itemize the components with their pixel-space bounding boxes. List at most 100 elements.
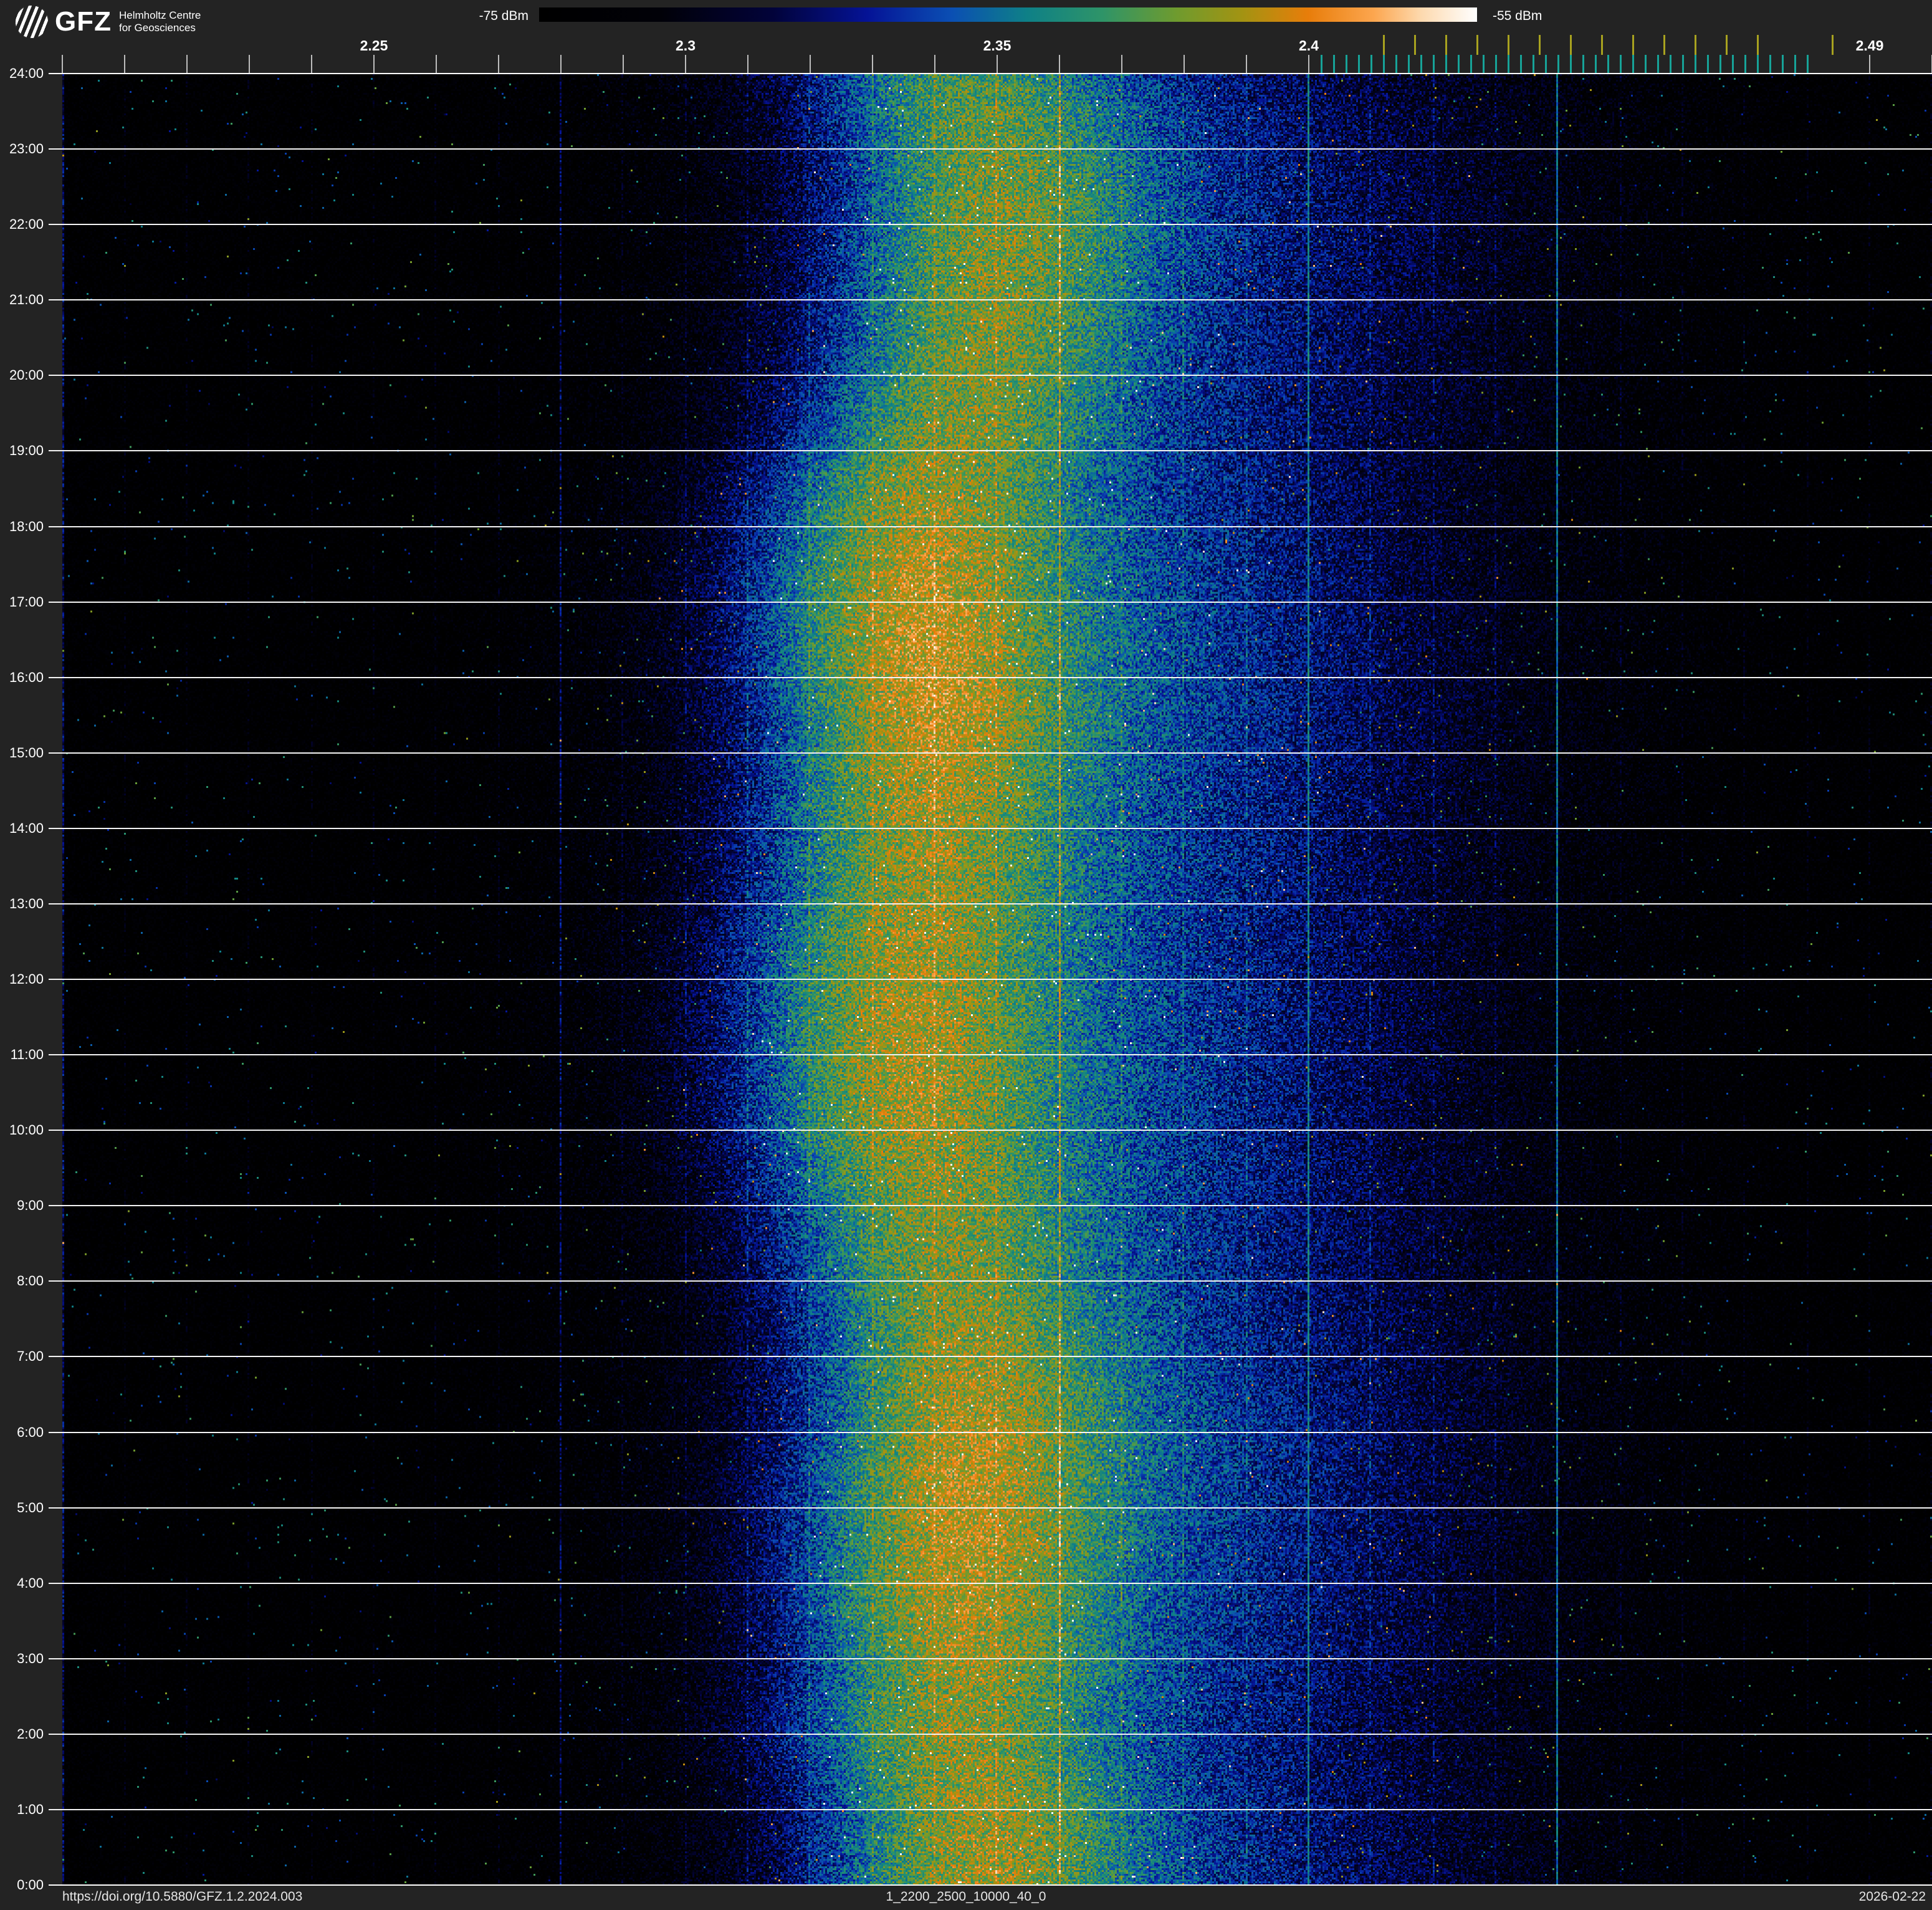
ble-channel-tick — [1794, 55, 1796, 74]
time-tick-label: 24:00 — [9, 65, 44, 81]
time-tick-label: 17:00 — [9, 593, 44, 610]
hour-gridline — [49, 827, 1932, 829]
spectrogram-page: { "header": { "logo": { "org": "GFZ", "l… — [0, 0, 1932, 1910]
time-tick-label: 0:00 — [17, 1877, 44, 1893]
ble-channel-tick — [1619, 55, 1622, 74]
ble-channel-tick — [1731, 55, 1734, 74]
freq-tick — [747, 55, 748, 74]
ble-channel-tick — [1694, 55, 1696, 74]
logo-subtitle-line1: Helmholtz Centre — [118, 9, 201, 21]
ble-channel-tick — [1744, 55, 1746, 74]
time-tick-label: 8:00 — [17, 1273, 44, 1289]
time-tick-label: 2:00 — [17, 1725, 44, 1742]
hour-gridline — [49, 1054, 1932, 1056]
ble-channel-tick — [1494, 55, 1497, 74]
time-tick-label: 9:00 — [17, 1197, 44, 1214]
freq-tick — [62, 55, 63, 74]
time-tick-label: 13:00 — [9, 895, 44, 911]
freq-tick — [1059, 55, 1060, 74]
time-tick-label: 16:00 — [9, 669, 44, 685]
wifi-channel-tick — [1569, 35, 1572, 55]
time-tick-label: 5:00 — [17, 1499, 44, 1515]
hour-gridline — [49, 1280, 1932, 1282]
freq-tick — [1184, 55, 1185, 74]
ble-channel-tick — [1669, 55, 1671, 74]
colorbar-min-label: -75 dBm — [479, 9, 528, 23]
ble-channel-tick — [1681, 55, 1684, 74]
ble-channel-tick — [1544, 55, 1547, 74]
wifi-channel-tick — [1756, 35, 1759, 55]
time-tick-label: 7:00 — [17, 1348, 44, 1365]
wifi-channel-tick — [1632, 35, 1634, 55]
wifi-channel-tick — [1382, 35, 1385, 55]
colorbar-max-label: -55 dBm — [1493, 9, 1542, 23]
time-tick-label: 22:00 — [9, 216, 44, 233]
freq-tick — [685, 55, 686, 74]
time-tick-label: 6:00 — [17, 1424, 44, 1440]
wifi-channel-tick — [1831, 35, 1834, 55]
gfz-globe-icon — [13, 3, 50, 41]
footer-doi: https://doi.org/10.5880/GFZ.1.2.2024.003 — [62, 1889, 303, 1904]
hour-gridline — [49, 1808, 1932, 1810]
wifi-channel-tick — [1413, 35, 1416, 55]
wifi-channel-tick — [1476, 35, 1478, 55]
hour-gridline — [49, 1658, 1932, 1659]
freq-tick — [872, 55, 873, 74]
logo-subtitle-line2: for Geosciences — [118, 22, 196, 34]
freq-tick — [1869, 55, 1870, 74]
wifi-channel-tick — [1445, 35, 1447, 55]
ble-channel-tick — [1569, 55, 1572, 74]
freq-tick — [249, 55, 250, 74]
time-tick-label: 3:00 — [17, 1650, 44, 1666]
freq-tick-label: 2.25 — [360, 37, 388, 54]
ble-channel-tick — [1632, 55, 1634, 74]
ble-channel-tick — [1519, 55, 1522, 74]
ble-channel-tick — [1332, 55, 1335, 74]
freq-tick — [373, 55, 375, 74]
ble-channel-tick — [1644, 55, 1647, 74]
ble-channel-tick — [1407, 55, 1410, 74]
freq-tick — [997, 55, 998, 74]
time-tick-label: 10:00 — [9, 1122, 44, 1138]
ble-channel-tick — [1532, 55, 1534, 74]
hour-gridline — [49, 1582, 1932, 1584]
freq-tick — [934, 55, 935, 74]
freq-tick-label: 2.3 — [676, 37, 696, 54]
hour-gridline — [49, 1507, 1932, 1509]
ble-channel-tick — [1432, 55, 1435, 74]
hour-gridline — [49, 299, 1932, 301]
logo-org-text: GFZ — [55, 6, 112, 37]
hour-gridline — [49, 903, 1932, 905]
hour-gridline — [49, 676, 1932, 678]
time-tick-label: 21:00 — [9, 292, 44, 308]
freq-tick — [1121, 55, 1122, 74]
hour-gridline — [49, 601, 1932, 603]
ble-channel-tick — [1557, 55, 1559, 74]
time-tick-label: 19:00 — [9, 443, 44, 459]
hour-gridline — [49, 525, 1932, 527]
wifi-channel-tick — [1694, 35, 1696, 55]
hour-gridline — [49, 1733, 1932, 1735]
ble-channel-tick — [1382, 55, 1385, 74]
ble-channel-tick — [1395, 55, 1397, 74]
ble-channel-tick — [1320, 55, 1322, 74]
hour-gridline — [49, 148, 1932, 150]
hour-gridline — [49, 1205, 1932, 1207]
ble-channel-tick — [1507, 55, 1509, 74]
ble-channel-tick — [1756, 55, 1759, 74]
wifi-channel-tick — [1663, 35, 1665, 55]
ble-channel-tick — [1657, 55, 1659, 74]
freq-tick — [498, 55, 499, 74]
freq-tick-label: 2.49 — [1855, 37, 1884, 54]
ble-channel-tick — [1357, 55, 1360, 74]
freq-tick — [124, 55, 125, 74]
freq-tick — [436, 55, 437, 74]
wifi-channel-tick — [1507, 35, 1509, 55]
freq-tick — [186, 55, 188, 74]
ble-channel-tick — [1420, 55, 1422, 74]
ble-channel-tick — [1370, 55, 1372, 74]
logo-subtitle: Helmholtz Centre for Geosciences — [119, 9, 201, 34]
hour-gridline — [49, 224, 1932, 226]
colorbar-gradient — [539, 7, 1477, 22]
ble-channel-tick — [1445, 55, 1447, 74]
